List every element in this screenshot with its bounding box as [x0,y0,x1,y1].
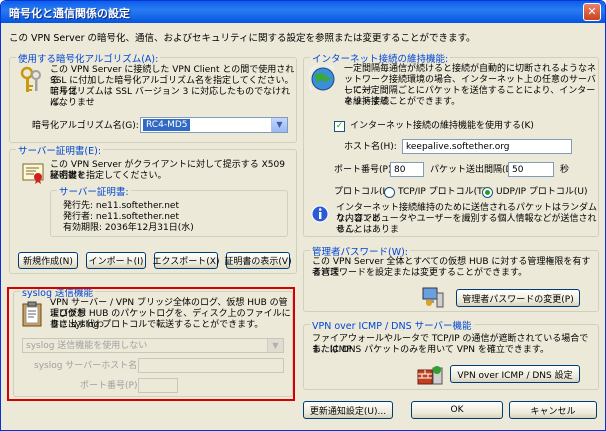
admin-computer-icon [420,285,446,309]
keepalive-note-3: せん。 [336,225,364,235]
keepalive-interval-input[interactable]: 50 [508,162,554,177]
encryption-text-3: アルゴリズムは SSL バージョン 3 に対応したものでなければなりませ [50,87,291,108]
import-button[interactable]: インポート(I) [86,252,146,269]
keepalive-text-4: を維持することができます。 [344,97,461,107]
title-bar[interactable]: 暗号化と通信関係の設定 ✕ [1,1,605,23]
settings-dialog: 暗号化と通信関係の設定 ✕ この VPN Server の暗号化、通信、およびセ… [0,0,606,431]
keepalive-port-label: ポート番号(P): [334,165,395,175]
firewall-icon [416,363,444,387]
keepalive-group: インターネット接続の維持機能: 一定間隔毎通信が続けると接続が自動的に切断される… [303,51,599,237]
algorithm-label: 暗号化アルゴリズム名(G): [32,121,139,131]
keepalive-checkbox-label[interactable]: インターネット接続の維持機能を使用する(K) [350,121,534,132]
vpn-icmp-dns-group-title: VPN over ICMP / DNS サーバー機能 [310,318,474,332]
encryption-text-4: ん。 [50,98,69,108]
keepalive-port-input[interactable]: 80 [390,162,424,177]
admin-text-2: 者パスワードを設定または変更することができます。 [312,268,528,278]
admin-password-group-title: 管理者パスワード(W): [310,244,411,258]
udp-radio-label[interactable]: UDP/IP プロトコル(U) [496,187,588,198]
vpn-icmp-dns-group: VPN over ICMP / DNS サーバー機能 ファイアウォールやルータで… [303,318,599,390]
encryption-group: 使用する暗号化アルゴリズム(A): この VPN Server に接続した VP… [9,51,297,143]
globe-icon [308,64,338,94]
keepalive-interval-unit: 秒 [560,165,570,175]
keepalive-host-input[interactable]: keepalive.softether.org [402,139,572,154]
certificate-text-2: 秘密鍵を指定してください。 [50,171,167,181]
info-icon [310,204,330,224]
vpnicmp-text-2: または DNS パケットのみを用いて VPN を確立できます。 [312,345,549,355]
export-button[interactable]: エクスポート(X) [153,252,219,269]
vpn-icmp-dns-settings-button[interactable]: VPN over ICMP / DNS 設定 [450,365,580,383]
issuer: 発行者: ne11.softether.net [63,212,179,222]
server-certificate-subgroup: サーバー証明書: 発行先: ne11.softether.net 発行者: ne… [50,184,288,237]
update-notification-button[interactable]: 更新通知設定(U)... [303,401,393,419]
key-icon [18,66,44,96]
server-certificate-subgroup-title: サーバー証明書: [57,184,131,198]
tcp-radio-label[interactable]: TCP/IP プロトコル(T) [398,187,486,198]
certificate-icon [20,160,46,186]
admin-password-group: 管理者パスワード(W): この VPN Server 全体とすべての仮想 HUB… [303,244,599,312]
keepalive-text-1: 一定間隔毎通信が続けると接続が自動的に切断されるようなネ [344,64,597,74]
keepalive-host-label: ホスト名(H): [344,142,397,152]
algorithm-value: RC4-MD5 [143,119,191,131]
algorithm-select[interactable]: RC4-MD5 ▼ [140,117,288,133]
ok-button[interactable]: OK [411,401,503,419]
keepalive-checkbox[interactable]: ✓ [334,121,345,132]
keepalive-group-title: インターネット接続の維持機能: [310,51,451,65]
issued-to: 発行先: ne11.softether.net [63,201,179,211]
keepalive-note-2: り、コンピュータやユーザーを識別する個人情報などが送信されることはありま [336,214,597,235]
dialog-description: この VPN Server の暗号化、通信、およびセキュリティに関する設定を参照… [9,33,476,44]
view-certificate-button[interactable]: 証明書の表示(V) [224,252,292,269]
keepalive-interval-label: パケット送出間隔(D): [430,165,519,175]
change-admin-password-button[interactable]: 管理者パスワードの変更(P) [456,289,580,307]
expiry-date: 有効期限: 2036年12月31日(水) [63,223,194,233]
chevron-down-icon[interactable]: ▼ [271,118,287,132]
certificate-group-title: サーバー証明書(E): [16,143,104,157]
cancel-button[interactable]: キャンセル [509,401,597,419]
window-title: 暗号化と通信関係の設定 [9,7,130,20]
udp-radio[interactable] [482,187,493,198]
new-certificate-button[interactable]: 新規作成(N) [18,252,78,269]
encryption-group-title: 使用する暗号化アルゴリズム(A): [16,51,161,65]
syslog-highlight-frame [7,287,295,401]
certificate-group: サーバー証明書(E): この VPN Server がクライアントに対して提示す… [9,143,297,274]
tcp-radio[interactable] [384,187,395,198]
close-button[interactable]: ✕ [583,3,601,21]
